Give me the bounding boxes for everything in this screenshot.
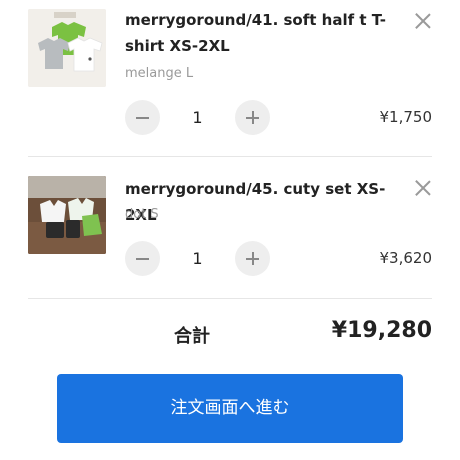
product-thumbnail[interactable] (28, 176, 106, 254)
total-value: ¥19,280 (331, 318, 432, 343)
divider (28, 156, 432, 157)
product-variant: melange L (125, 66, 194, 81)
minus-icon (136, 116, 149, 119)
decrease-quantity-button[interactable] (125, 241, 160, 276)
quantity-value: 1 (192, 249, 203, 268)
increase-quantity-button[interactable] (235, 241, 270, 276)
product-variant: dot S (125, 207, 159, 222)
remove-item-icon[interactable] (413, 178, 433, 198)
item-price: ¥3,620 (379, 249, 433, 267)
minus-icon (136, 257, 149, 260)
clothing-set-photo-icon (28, 176, 106, 254)
divider (28, 298, 432, 299)
decrease-quantity-button[interactable] (125, 100, 160, 135)
product-thumbnail[interactable] (28, 9, 106, 87)
total-label: 合計 (174, 326, 210, 347)
item-price: ¥1,750 (379, 108, 433, 126)
product-title[interactable]: merrygoround/41. soft half t T-shirt XS-… (125, 7, 415, 59)
checkout-button[interactable]: 注文画面へ進む (57, 374, 403, 443)
product-title[interactable]: merrygoround/45. cuty set XS-2XL (125, 176, 415, 228)
remove-item-icon[interactable] (413, 11, 433, 31)
quantity-value: 1 (192, 108, 203, 127)
tshirt-photo-icon (28, 9, 106, 87)
increase-quantity-button[interactable] (235, 100, 270, 135)
